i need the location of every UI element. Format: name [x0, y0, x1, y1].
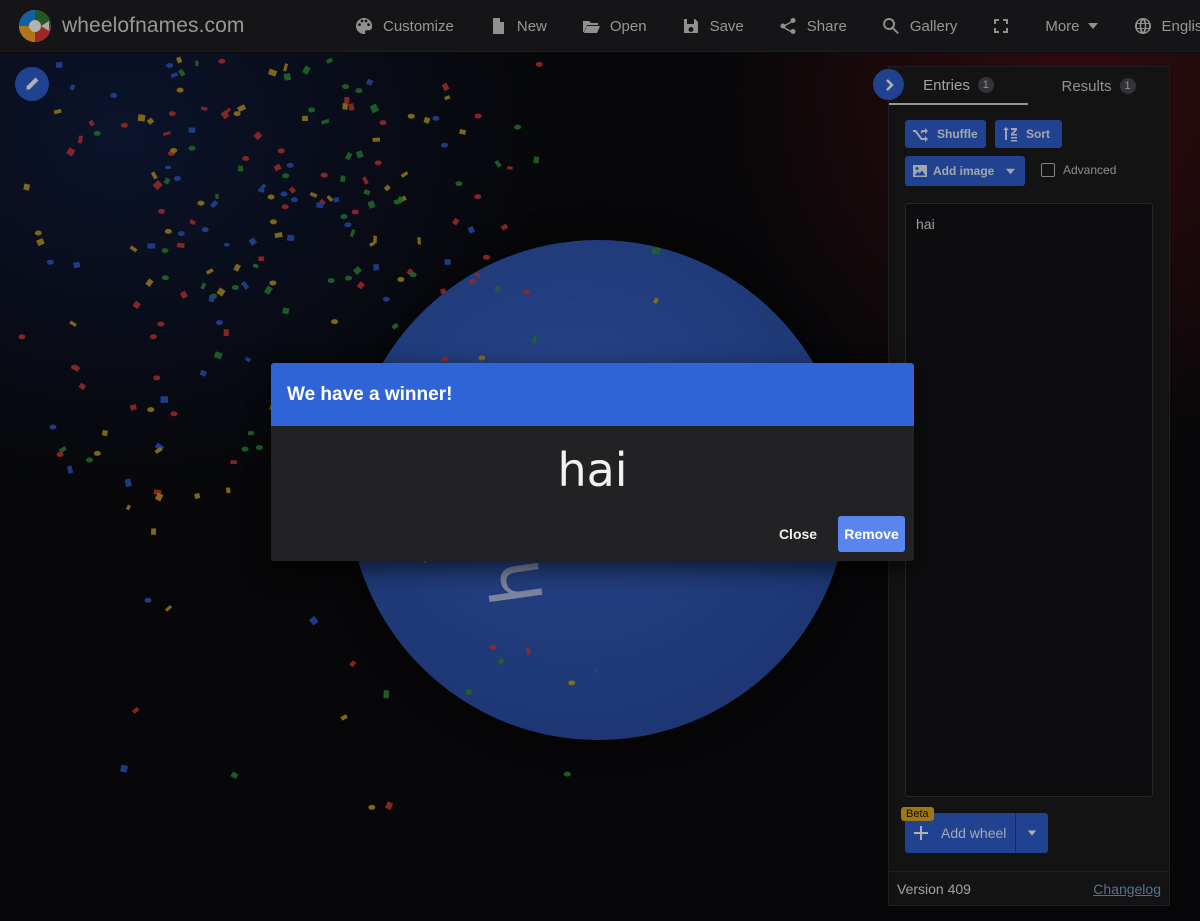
- winner-name: hai: [557, 443, 628, 497]
- dialog-title: We have a winner!: [271, 363, 914, 426]
- winner-dialog: We have a winner! hai Close Remove: [271, 363, 914, 561]
- close-button[interactable]: Close: [771, 516, 825, 552]
- remove-button[interactable]: Remove: [838, 516, 905, 552]
